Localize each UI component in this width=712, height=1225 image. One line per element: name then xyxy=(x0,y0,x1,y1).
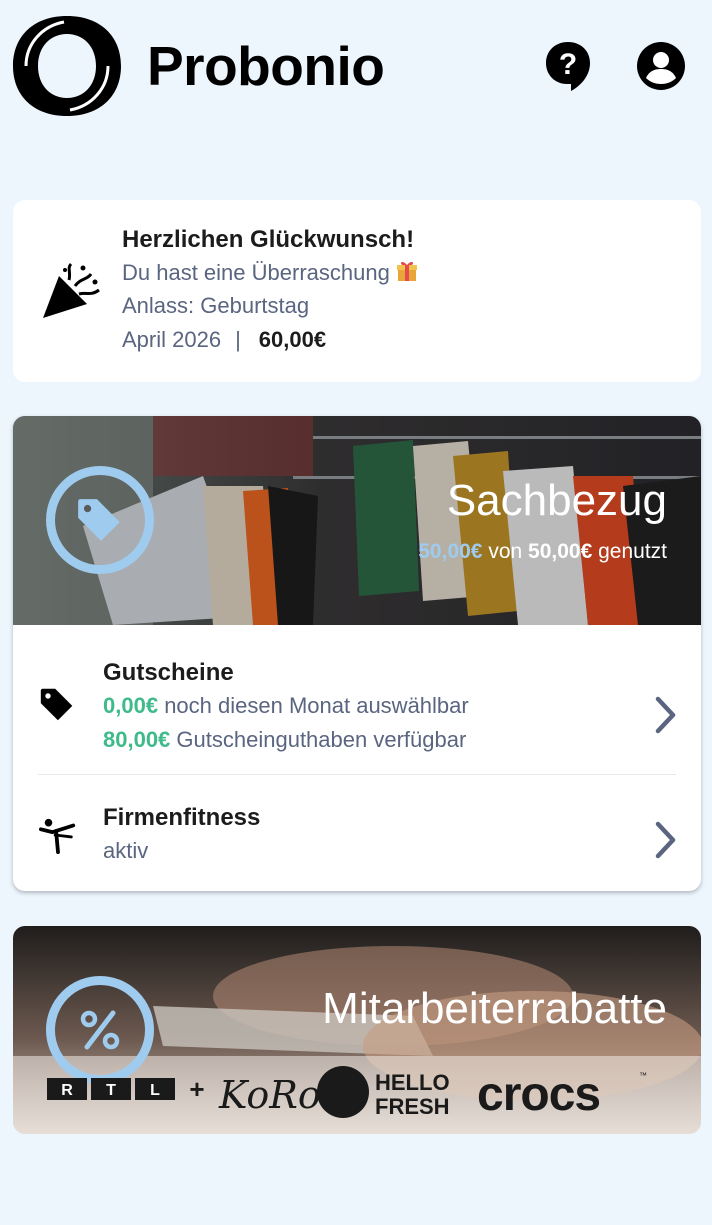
hellofresh-logo-hello: HELLO xyxy=(375,1070,450,1095)
tag-icon xyxy=(78,499,120,541)
svg-text:?: ? xyxy=(559,48,577,81)
surprise-month: April 2026 xyxy=(122,327,222,352)
used-word: genutzt xyxy=(598,540,667,563)
surprise-amount: 60,00€ xyxy=(258,327,327,352)
help-bubble-icon[interactable]: ? xyxy=(544,40,592,92)
sachbezug-title: Sachbezug xyxy=(446,476,667,525)
account-circle-icon[interactable] xyxy=(634,40,688,92)
plus-sign: + xyxy=(189,1074,204,1104)
mitarbeiterrabatte-card[interactable]: Mitarbeiterrabatte R T L + KoRo HELLO FR… xyxy=(13,926,701,1134)
sachbezug-card: Sachbezug 50,00€ von 50,00€ genutzt Guts… xyxy=(13,416,701,891)
firmenfitness-row[interactable]: Firmenfitness aktiv xyxy=(13,776,701,891)
gutscheine-title: Gutscheine xyxy=(103,659,234,686)
total-amount: 50,00€ xyxy=(528,540,593,563)
monthly-amount: 0,00€ xyxy=(103,693,159,718)
gutscheine-monthly: 0,00€ noch diesen Monat auswählbar xyxy=(103,693,469,719)
gift-icon xyxy=(396,261,417,281)
separator: | xyxy=(235,327,241,352)
sachbezug-usage: 50,00€ von 50,00€ genutzt xyxy=(418,540,667,564)
surprise-message: Du hast eine Überraschung xyxy=(122,260,418,286)
brand-name: Probonio xyxy=(147,35,385,97)
tag-icon xyxy=(40,688,73,721)
chevron-right-icon[interactable] xyxy=(653,695,679,735)
gutscheine-row[interactable]: Gutscheine 0,00€ noch diesen Monat auswä… xyxy=(13,625,701,775)
app-header: Probonio ? xyxy=(0,0,712,130)
trademark-sign: ™ xyxy=(639,1071,647,1080)
surprise-card[interactable]: Herzlichen Glückwunsch! Du hast eine Übe… xyxy=(13,200,701,382)
firmenfitness-status: aktiv xyxy=(103,838,149,863)
sachbezug-icon-ring xyxy=(46,466,154,574)
koro-logo: KoRo xyxy=(218,1073,321,1117)
rtl-logo-r: R xyxy=(61,1082,73,1099)
probonio-logo-icon[interactable] xyxy=(12,14,122,118)
crocs-logo: crocs xyxy=(477,1068,600,1120)
rabatte-title: Mitarbeiterrabatte xyxy=(322,984,667,1033)
balance-text: Gutscheinguthaben verfügbar xyxy=(176,727,467,752)
rtl-logo-l: L xyxy=(150,1082,160,1099)
surprise-meta: April 2026 | 60,00€ xyxy=(122,327,326,353)
surprise-message-text: Du hast eine Überraschung xyxy=(122,260,390,285)
of-word: von xyxy=(488,540,523,563)
surprise-title: Herzlichen Glückwunsch! xyxy=(122,226,415,253)
used-amount: 50,00€ xyxy=(418,540,483,563)
brand-logos: R T L + KoRo HELLO FRESH crocs ™ xyxy=(47,1066,647,1120)
balance-amount: 80,00€ xyxy=(103,727,171,752)
rtl-logo-t: T xyxy=(106,1082,116,1099)
monthly-text: noch diesen Monat auswählbar xyxy=(164,693,469,718)
chevron-right-icon[interactable] xyxy=(653,820,679,860)
row-divider xyxy=(38,774,676,775)
surprise-occasion: Anlass: Geburtstag xyxy=(122,293,310,318)
fitness-person-icon xyxy=(39,818,76,854)
hellofresh-logo-fresh: FRESH xyxy=(375,1094,450,1119)
percent-icon xyxy=(80,1010,120,1050)
party-popper-icon xyxy=(43,262,100,318)
firmenfitness-title: Firmenfitness xyxy=(103,804,261,831)
sachbezug-banner[interactable]: Sachbezug 50,00€ von 50,00€ genutzt xyxy=(13,416,701,625)
gutscheine-balance: 80,00€ Gutscheinguthaben verfügbar xyxy=(103,727,466,753)
